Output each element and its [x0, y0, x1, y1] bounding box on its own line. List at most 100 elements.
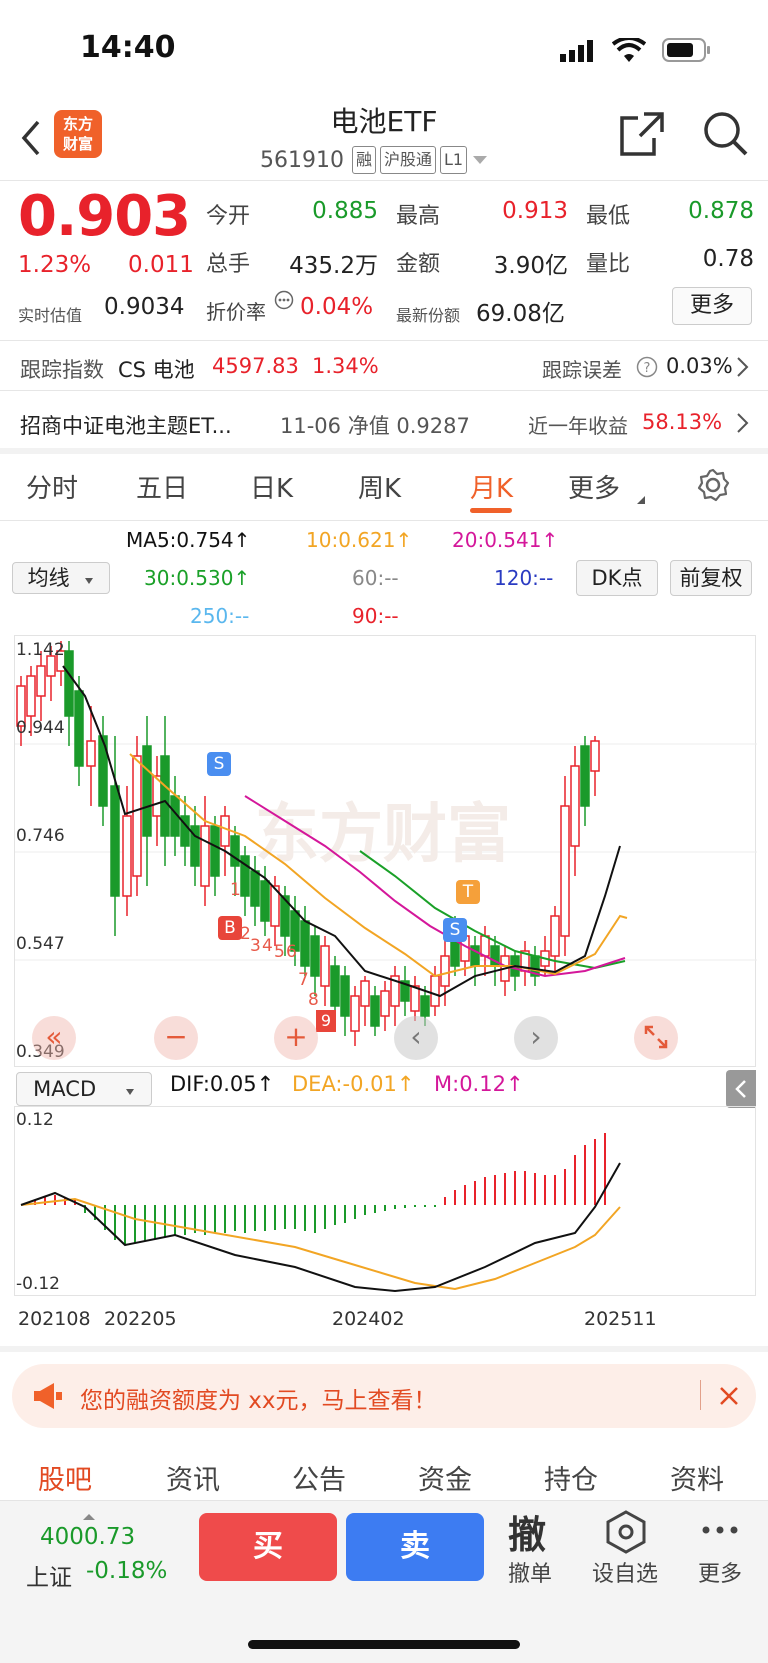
change-value: 0.011	[128, 252, 194, 278]
volume-label: 总手	[206, 252, 251, 277]
volume-value: 435.2万	[289, 253, 378, 279]
x-tick-3: 202402	[332, 1308, 405, 1330]
candle-body	[360, 980, 370, 1007]
tag-level: L1	[440, 146, 468, 174]
candle-body	[122, 815, 132, 897]
signal-sell-marker[interactable]: S	[207, 752, 231, 776]
high-label: 最高	[396, 204, 441, 229]
indicator-selector[interactable]: MACD	[16, 1072, 152, 1106]
open-value: 0.885	[312, 198, 378, 224]
candle-body	[560, 805, 570, 937]
tab-announcement[interactable]: 公告	[292, 1458, 346, 1497]
macd-svg	[20, 1133, 621, 1293]
fullscreen-button[interactable]	[634, 1016, 678, 1060]
sh-index-value[interactable]: 4000.73	[40, 1524, 135, 1550]
ma-selector[interactable]: 均线	[12, 562, 110, 594]
candle-body	[320, 945, 330, 987]
caret-down-icon[interactable]	[471, 154, 489, 166]
adjust-button[interactable]: 前复权	[670, 560, 752, 596]
high-value: 0.913	[502, 198, 568, 224]
settings-button[interactable]	[696, 468, 730, 506]
more-dots-icon[interactable]	[700, 1522, 740, 1542]
candle-body	[580, 745, 590, 807]
indicator-selector-label: MACD	[33, 1077, 97, 1101]
scroll-left-fast-button[interactable]: «	[32, 1016, 76, 1060]
scroll-left-button[interactable]: ‹	[394, 1016, 438, 1060]
megaphone-icon	[34, 1383, 62, 1409]
candle-body	[480, 935, 490, 957]
signal-number: 7	[298, 970, 309, 990]
signal-sell-marker[interactable]: S	[443, 918, 467, 942]
signal-buy-marker[interactable]: B	[218, 916, 242, 940]
tab-daily-k[interactable]: 日K	[250, 468, 293, 505]
zoom-in-button[interactable]: +	[274, 1016, 318, 1060]
candle-body	[250, 870, 260, 907]
ma5-label: MA5:0.754↑	[126, 528, 251, 552]
add-watchlist-icon[interactable]	[604, 1510, 648, 1558]
add-watchlist-label[interactable]: 设自选	[592, 1556, 658, 1588]
chevron-right-icon[interactable]	[736, 356, 750, 382]
tag-connect: 沪股通	[380, 146, 437, 174]
tab-more-caret-icon	[636, 490, 646, 509]
share-button[interactable]	[618, 110, 666, 162]
fund-return-label: 近一年收益	[528, 414, 628, 438]
ma-selector-label: 均线	[27, 566, 70, 590]
caret-down-icon	[85, 578, 94, 584]
divider	[0, 180, 768, 181]
signal-t-marker[interactable]: T	[456, 880, 480, 904]
tab-funds[interactable]: 资金	[418, 1458, 472, 1497]
zoom-out-button[interactable]: −	[154, 1016, 198, 1060]
dk-point-label: DK点	[591, 566, 643, 590]
tab-profile[interactable]: 资料	[670, 1458, 724, 1497]
premium-label: 折价率	[206, 300, 266, 324]
scroll-right-button[interactable]: ›	[514, 1016, 558, 1060]
x-tick-2: 202205	[104, 1308, 177, 1330]
macd-chart[interactable]	[14, 1106, 756, 1296]
sell-button[interactable]: 卖	[346, 1513, 484, 1581]
tab-weekly-k[interactable]: 周K	[358, 468, 401, 505]
tracking-index-name: CS 电池	[118, 358, 195, 382]
tab-intraday[interactable]: 分时	[26, 468, 78, 505]
tab-more[interactable]: 更多	[568, 468, 620, 505]
candle-body	[142, 745, 152, 837]
tracking-error-label: 跟踪误差	[542, 358, 622, 382]
help-icon[interactable]: ?	[636, 356, 658, 382]
candle-body	[230, 835, 240, 867]
close-icon[interactable]	[718, 1385, 740, 1407]
signal-number: 8	[308, 990, 319, 1010]
collapse-panel-button[interactable]	[726, 1070, 756, 1108]
shares-label: 最新份额	[396, 306, 461, 325]
more-label[interactable]: 更多	[698, 1556, 742, 1588]
amount-value: 3.90亿	[493, 253, 568, 279]
divider	[0, 390, 768, 391]
fund-name[interactable]: 招商中证电池主题ET...	[20, 410, 232, 440]
buy-button[interactable]: 买	[199, 1513, 337, 1581]
ma10-label: 10:0.621↑	[306, 528, 413, 552]
chevron-right-icon[interactable]	[736, 412, 750, 438]
tab-forum[interactable]: 股吧	[38, 1458, 92, 1497]
dk-point-button[interactable]: DK点	[576, 560, 658, 596]
candle-body	[430, 975, 440, 1007]
y-tick-1: 1.142	[16, 640, 65, 660]
search-button[interactable]	[702, 110, 750, 162]
x-tick-4: 202511	[584, 1308, 657, 1330]
signal-number: 5	[274, 942, 285, 962]
promo-banner[interactable]: 您的融资额度为 xx元，马上查看！	[12, 1364, 756, 1428]
cancel-order-label[interactable]: 撤单	[508, 1556, 552, 1588]
candle-body	[260, 880, 270, 922]
info-icon[interactable]	[274, 290, 294, 314]
candle-body	[310, 935, 320, 977]
macd-m: M:0.12↑	[434, 1072, 524, 1096]
gear-icon	[697, 468, 730, 502]
candle-body	[550, 915, 560, 957]
more-quote-button[interactable]: 更多	[672, 287, 752, 325]
shares-value: 69.08亿	[476, 301, 565, 327]
kline-chart[interactable]: 东方财富	[14, 635, 757, 1067]
tab-news[interactable]: 资讯	[166, 1458, 220, 1497]
cancel-order-icon[interactable]: 撤	[508, 1504, 546, 1559]
candle-body	[200, 825, 210, 887]
tracking-index-pct: 1.34%	[312, 354, 379, 378]
tab-holdings[interactable]: 持仓	[544, 1458, 598, 1497]
tab-monthly-k[interactable]: 月K	[470, 468, 513, 505]
tab-five-day[interactable]: 五日	[136, 468, 188, 505]
